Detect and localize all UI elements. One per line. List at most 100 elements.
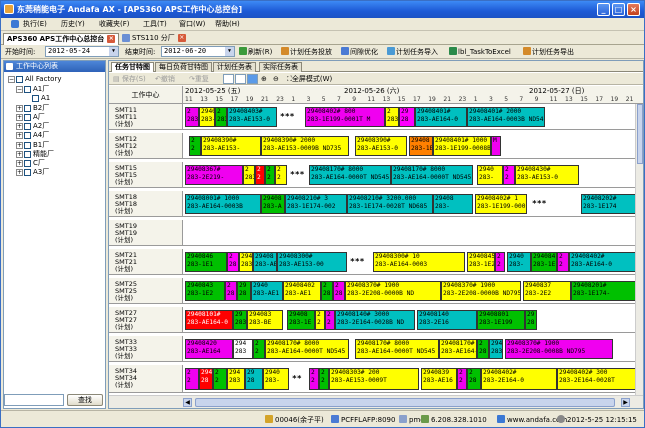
task-bar[interactable]: 2940 283- [477, 165, 503, 185]
task-bar[interactable]: 22 [495, 252, 505, 272]
start-date-input[interactable]: 2012-05-24 ▼ [45, 46, 119, 57]
scroll-right-arrow-icon[interactable]: ▶ [621, 398, 630, 407]
tree-node[interactable]: + A厂 [16, 113, 45, 122]
task-bar[interactable]: 294084 283-1E [531, 252, 557, 272]
tree-node[interactable]: + A2厂 [16, 122, 49, 131]
redo-button[interactable]: ↷重复 [189, 74, 209, 84]
task-bar[interactable]: 29408401# 1000 283-1E199-0008B [433, 136, 491, 156]
tree-checkbox[interactable] [16, 75, 23, 83]
task-bar[interactable]: 29408430# 283-AE153-0 [515, 165, 579, 185]
expand-toggle-icon[interactable]: + [16, 168, 23, 176]
task-bar[interactable]: 22 [275, 165, 287, 185]
expand-toggle-icon[interactable]: + [16, 150, 23, 158]
task-release-button[interactable]: 计划任务投放 [281, 47, 332, 57]
tree-node[interactable]: + A3厂 [16, 168, 49, 177]
work-center-name[interactable]: SMT25 SMT25 (计划) [109, 278, 183, 303]
search-button[interactable]: 查找 [67, 394, 103, 406]
task-bar[interactable]: 29 28 [399, 107, 415, 127]
task-bar[interactable]: 29408201# 283-1E174- [571, 281, 637, 301]
task-bar[interactable]: 22 [325, 310, 335, 330]
work-center-name[interactable]: SMT15 SMT15 (计划) [109, 162, 183, 187]
task-bar[interactable]: 2 28 [467, 368, 481, 390]
menu-execute[interactable]: 执行(E) [23, 19, 47, 30]
task-bar[interactable]: 2283 [243, 165, 255, 185]
task-bar[interactable]: 29 283 [233, 310, 247, 330]
search-input[interactable] [4, 394, 64, 406]
tab-planned-tasks[interactable]: 计划任务表 [213, 62, 256, 72]
task-bar[interactable]: 2283- [385, 107, 399, 127]
work-center-name[interactable]: SMT11 SMT11 (计划) [109, 104, 183, 129]
task-bar[interactable]: 29408370# 1900 283-2E208-0000B ND [345, 281, 441, 301]
tree-checkbox[interactable] [24, 159, 31, 167]
task-bar[interactable]: 29 28 [525, 310, 537, 330]
task-bar[interactable]: 2283 [215, 107, 227, 127]
task-bar[interactable]: 29408170# 283-AE164- [439, 339, 477, 359]
task-bar[interactable]: 29408402# 283-AE164-0 [569, 252, 637, 272]
task-bar[interactable]: 22 [189, 136, 201, 156]
task-bar[interactable]: 22 [457, 368, 467, 390]
task-bar[interactable]: 29408370# 1900 283-2E208-0008B ND795 [505, 339, 613, 359]
task-bar[interactable]: 29408300# 283-AE153-00 [277, 252, 347, 272]
tree-checkbox[interactable] [24, 141, 31, 149]
close-button[interactable]: × [627, 3, 640, 16]
select-tool-icon[interactable] [235, 74, 246, 84]
task-bar[interactable]: 29408140 283-2E16 [417, 310, 477, 330]
task-import-button[interactable]: 计划任务导入 [387, 47, 438, 57]
task-bar[interactable]: 29408303# 200 283-AE153-0009T [329, 368, 419, 390]
task-bar[interactable]: 2 28 [225, 281, 237, 301]
tab-task-gantt[interactable]: 任务甘特图 [111, 62, 154, 72]
tree-node[interactable]: + A4厂 [16, 131, 49, 140]
tree-node[interactable]: + B1厂 [16, 141, 49, 150]
zoom-in-icon[interactable]: ⊕ [261, 74, 267, 84]
task-bar[interactable]: 29408210# 3200.000 283-1E174-0028T ND685 [347, 194, 433, 214]
expand-toggle-icon[interactable]: + [16, 122, 23, 130]
task-bar[interactable]: 22 [557, 252, 569, 272]
task-bar[interactable]: 294083 283-BE [247, 310, 283, 330]
task-bar[interactable]: 2940837 283-2E2 [523, 281, 571, 301]
app-menu-icon[interactable] [11, 20, 19, 28]
expand-toggle-icon[interactable]: + [16, 131, 23, 139]
task-bar[interactable]: 29408390# 2000 283-AE153-0009B ND735 [261, 136, 349, 156]
task-bar[interactable]: 29408370# 1900 283-2E208-0000B ND795 [441, 281, 521, 301]
expand-toggle-icon[interactable]: + [16, 104, 23, 112]
expand-toggle-icon[interactable]: − [16, 85, 23, 93]
tab-aps360[interactable]: APS360 APS工作中心总控台 × [3, 33, 120, 45]
task-bar[interactable]: 29408170# 8000 283-AE164-0000T ND545 [309, 165, 391, 185]
horizontal-scrollbar[interactable]: ◀ ▶ [109, 395, 643, 408]
task-bar[interactable]: 2283- [185, 107, 199, 127]
task-bar[interactable]: 29 28 [237, 281, 251, 301]
tree-checkbox[interactable] [24, 104, 31, 112]
task-bar[interactable]: 22 [255, 165, 265, 185]
task-bar[interactable]: 22 [253, 339, 265, 359]
scroll-left-arrow-icon[interactable]: ◀ [183, 398, 192, 407]
task-bar[interactable]: 2940839 283-AE16 [421, 368, 457, 390]
task-bar[interactable]: 2 28 [227, 252, 239, 272]
fill-tool-icon[interactable] [247, 74, 258, 84]
task-bar[interactable]: 2940 283-AE1 [251, 281, 283, 301]
task-bar[interactable]: 294 283 [489, 339, 503, 359]
task-bar[interactable]: ** [289, 368, 309, 390]
tree-checkbox[interactable] [24, 113, 31, 121]
task-bar[interactable]: 294 28 [199, 368, 213, 390]
task-bar[interactable]: 29408402 283-AE1 [283, 281, 321, 301]
work-center-name[interactable]: SMT27 SMT27 (计划) [109, 307, 183, 332]
task-bar[interactable]: 22 [319, 368, 329, 390]
task-bar[interactable]: M [491, 136, 501, 156]
task-bar[interactable]: 29408 283- [433, 194, 473, 214]
task-bar[interactable]: 22 [185, 368, 199, 390]
task-bar[interactable]: 2940846 283-1E1 [185, 252, 227, 272]
tree-checkbox[interactable] [24, 131, 31, 139]
tree-checkbox[interactable] [24, 168, 31, 176]
tree-node[interactable]: − All Factory [8, 75, 61, 84]
task-bar[interactable]: 2940 283- [199, 107, 215, 127]
horizontal-scroll-thumb[interactable] [195, 398, 615, 407]
task-bar[interactable]: 22 [315, 310, 325, 330]
task-bar[interactable]: 29408801 283-1E199 [477, 310, 525, 330]
task-bar[interactable]: 29408170# 8000 283-AE164-0000T ND545 [355, 339, 439, 359]
tree-node[interactable]: + 精能厂 [16, 150, 54, 159]
task-bar[interactable]: 29408420 283-AE164 [185, 339, 233, 359]
work-center-name[interactable]: SMT18 SMT18 (计划) [109, 191, 183, 216]
expand-toggle-icon[interactable]: + [16, 159, 23, 167]
task-bar[interactable]: 29408 283-A [261, 194, 285, 214]
tab-sts110[interactable]: STS110 分厂 × [119, 33, 189, 45]
